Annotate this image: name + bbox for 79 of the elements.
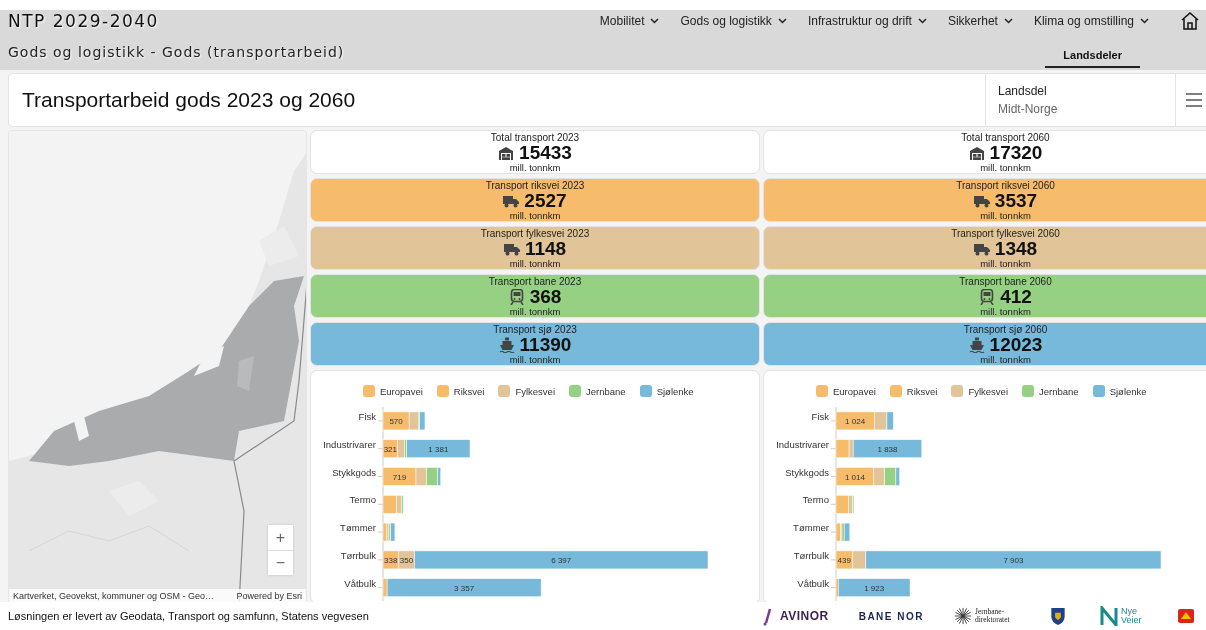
data-label: 3 357 <box>454 583 475 593</box>
data-label: 1 014 <box>844 472 865 482</box>
data-label: 570 <box>389 416 403 426</box>
selector-value: Midt-Norge <box>998 102 1059 116</box>
stat-title: Total transport 2023 <box>490 131 580 143</box>
stat-unit: mill. tonnkm <box>980 162 1031 173</box>
category-label: Termo <box>349 494 376 506</box>
logo-text: AVINOR <box>779 609 829 623</box>
legend-label: Fylkesvei <box>515 385 555 397</box>
logo-text: BANE NOR <box>858 610 924 622</box>
category-label: Stykkgods <box>332 466 376 478</box>
legend-label: Europavei <box>380 385 423 397</box>
stat-value: 11390 <box>519 334 572 355</box>
stat-value: 3537 <box>994 190 1038 211</box>
legend-label: Sjølenke <box>656 385 694 397</box>
legend-label: Sjølenke <box>1109 385 1147 397</box>
stat-title: Transport riksvei 2023 <box>485 179 585 191</box>
data-label: 338 <box>384 555 398 565</box>
category-label: Industrivarer <box>776 438 829 450</box>
stat-value: 1148 <box>524 238 567 259</box>
stat-value: 412 <box>1000 286 1032 307</box>
stat-title: Transport riksvei 2060 <box>956 179 1055 191</box>
stat-unit: mill. tonnkm <box>509 306 561 317</box>
data-label: 7 903 <box>1003 555 1024 565</box>
category-label: Fisk <box>358 410 376 422</box>
stat-title: Total transport 2060 <box>961 131 1050 143</box>
esri-credit: Powered by Esri <box>236 591 302 601</box>
stat-value: 12023 <box>989 334 1043 355</box>
attribution-text: Kartverket, Geovekst, kommuner og OSM - Geo… <box>13 591 215 601</box>
category-label: Fisk <box>811 410 829 422</box>
stat-title: Transport sjø 2060 <box>963 323 1048 335</box>
category-label: Våtbulk <box>797 577 829 589</box>
logo-text: Nye Veier <box>1121 607 1143 625</box>
stat-value: 368 <box>529 286 562 307</box>
category-label: Tømmer <box>340 522 376 534</box>
stat-value: 1348 <box>994 238 1038 259</box>
selector-label: Landsdel <box>998 84 1048 98</box>
category-label: Våtbulk <box>344 577 376 589</box>
stat-title: Transport sjø 2023 <box>493 323 577 335</box>
stat-unit: mill. tonnkm <box>980 210 1031 221</box>
data-label: 719 <box>392 472 407 482</box>
stat-unit: mill. tonnkm <box>980 258 1031 269</box>
data-label: 439 <box>837 555 851 565</box>
legend-label: Jernbane <box>1039 385 1079 397</box>
stat-unit: mill. tonnkm <box>509 258 561 269</box>
stat-title: Transport bane 2060 <box>959 275 1052 287</box>
stat-value: 2527 <box>524 190 567 211</box>
stat-title: Transport fylkesvei 2060 <box>951 227 1060 239</box>
stat-value: 15433 <box>519 142 572 163</box>
stat-unit: mill. tonnkm <box>980 306 1031 317</box>
category-label: Industrivarer <box>323 438 376 450</box>
legend-label: Riksvei <box>906 385 938 397</box>
credits-text: Løsningen er levert av Geodata, Transport og samfunn, Statens vegvesen <box>8 610 370 622</box>
stat-title: Transport fylkesvei 2023 <box>480 227 590 239</box>
stat-unit: mill. tonnkm <box>980 354 1031 365</box>
data-label: 1 838 <box>877 444 898 454</box>
page-title: Transportarbeid gods 2023 og 2060 <box>21 88 357 112</box>
data-label: 350 <box>399 555 414 565</box>
stat-unit: mill. tonnkm <box>509 354 561 365</box>
app-title: NTP 2029-2040 <box>8 10 159 31</box>
stat-unit: mill. tonnkm <box>509 210 561 221</box>
category-label: Tømmer <box>793 522 829 534</box>
stat-unit: mill. tonnkm <box>509 162 561 173</box>
category-label: Tørrbulk <box>340 549 376 561</box>
legend-label: Fylkesvei <box>968 385 1008 397</box>
data-label: 321 <box>383 444 398 454</box>
category-label: Stykkgods <box>785 466 829 478</box>
legend-label: Jernbane <box>586 385 626 397</box>
stat-value: 17320 <box>989 142 1043 163</box>
legend-label: Riksvei <box>453 385 485 397</box>
stat-title: Transport bane 2023 <box>488 275 582 287</box>
data-label: 6 397 <box>551 555 572 565</box>
category-label: Termo <box>802 494 829 506</box>
data-label: 1 923 <box>864 583 885 593</box>
data-label: 1 381 <box>428 444 449 454</box>
legend-label: Europavei <box>833 385 876 397</box>
data-label: 1 024 <box>845 416 866 426</box>
category-label: Tørrbulk <box>793 549 829 561</box>
page-subtitle: Gods og logistikk - Gods (transportarbeid) <box>8 43 345 62</box>
